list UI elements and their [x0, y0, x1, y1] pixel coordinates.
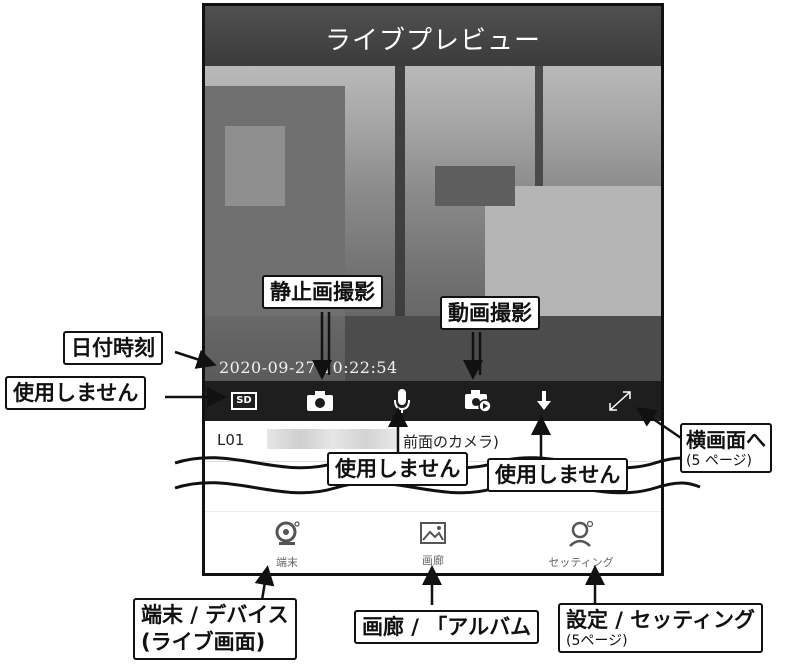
- callout-device-line1: 端末 / デバイス: [141, 603, 289, 627]
- callout-date-time: 日付時刻: [63, 331, 163, 365]
- callout-not-used-sd: 使用しません: [5, 376, 147, 410]
- callout-settings-page: (5ページ): [566, 633, 628, 649]
- callout-landscape-page: (5 ページ): [686, 453, 753, 469]
- callout-still-photo: 静止画撮影: [262, 275, 383, 309]
- callout-device: 端末 / デバイス (ライブ画面): [133, 598, 297, 660]
- callout-landscape-title: 横画面へ: [686, 428, 766, 452]
- arrow-tab-device: [254, 565, 275, 601]
- callout-not-used-download: 使用しません: [487, 458, 629, 492]
- callout-device-line2: (ライブ画面): [141, 630, 266, 654]
- arrow-date-time: [174, 349, 217, 369]
- callout-settings-title: 設定 / セッティング: [566, 608, 756, 632]
- arrow-landscape: [635, 407, 685, 442]
- callout-not-used-mic: 使用しません: [327, 452, 469, 486]
- callout-settings: 設定 / セッティング (5ページ): [558, 603, 764, 653]
- callout-video-record: 動画撮影: [440, 296, 540, 330]
- callout-landscape: 横画面へ (5 ページ): [680, 423, 772, 473]
- callout-gallery: 画廊 / 「アルバム: [354, 610, 540, 644]
